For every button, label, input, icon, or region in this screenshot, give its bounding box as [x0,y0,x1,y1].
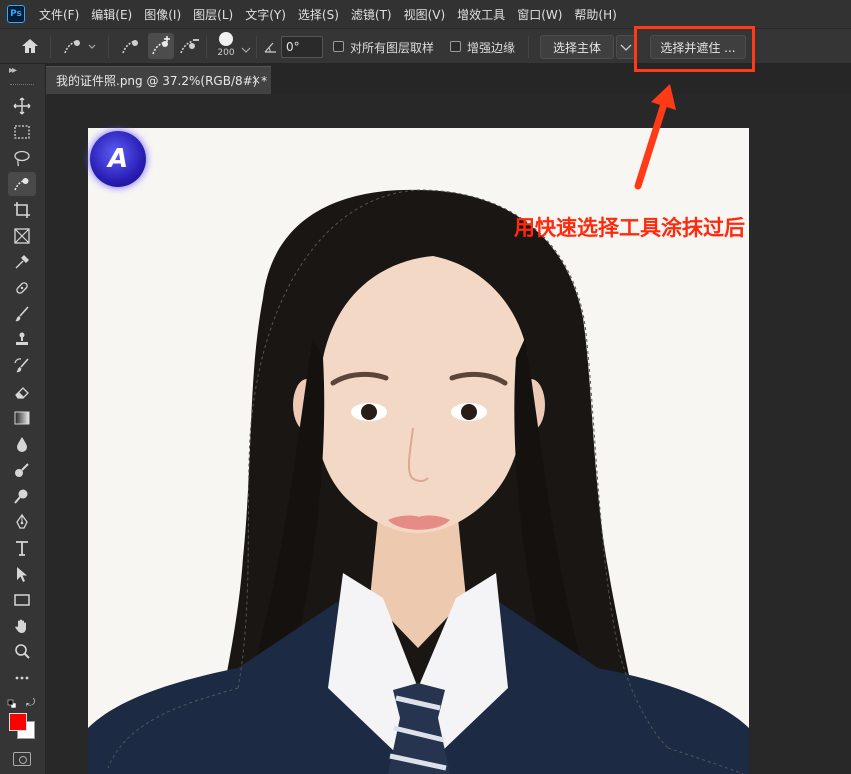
brush-size-value: 200 [217,48,235,58]
history-brush-icon[interactable] [8,354,36,378]
menu-select[interactable]: 选择(S) [298,6,339,23]
lasso-icon[interactable] [8,146,36,170]
chevron-down-icon [620,44,632,51]
rectangle-icon[interactable] [8,588,36,612]
smudge-icon[interactable] [8,458,36,482]
menu-bar: Ps 文件(F) 编辑(E) 图像(I) 图层(L) 文字(Y) 选择(S) 滤… [0,0,851,28]
menu-window[interactable]: 窗口(W) [517,6,562,23]
eyedropper-icon[interactable] [8,250,36,274]
brush-tip-icon [219,32,233,46]
dodge-icon[interactable] [8,484,36,508]
zoom-icon[interactable] [8,640,36,664]
brush-icon[interactable] [8,302,36,326]
annotation-text: 用快速选择工具涂抹过后 [514,216,745,240]
enhance-edge-label: 增强边缘 [467,41,516,55]
pen-icon[interactable] [8,510,36,534]
angle-input[interactable]: 0° [281,36,323,58]
stamp-icon[interactable] [8,328,36,352]
hand-icon[interactable] [8,614,36,638]
quick-selection-icon[interactable] [8,172,36,196]
document-tab[interactable]: 我的证件照.png @ 37.2%(RGB/8#) * × [46,66,271,94]
select-subject-button[interactable]: 选择主体 [540,35,614,59]
more-tools-icon[interactable] [8,666,36,690]
menu-view[interactable]: 视图(V) [404,6,446,23]
enhance-edge-checkbox[interactable] [450,41,461,52]
blur-icon[interactable] [8,432,36,456]
select-subject-dropdown[interactable] [616,35,636,59]
path-selection-icon[interactable] [8,562,36,586]
menu-edit[interactable]: 编辑(E) [91,6,132,23]
move-icon[interactable] [8,94,36,118]
add-to-selection-icon[interactable] [148,33,174,59]
chevron-down-icon[interactable] [241,43,251,57]
collapse-panel-icon[interactable]: ▸▸ [9,65,17,76]
menu-layer[interactable]: 图层(L) [193,6,233,23]
eraser-icon[interactable] [8,380,36,404]
crop-icon[interactable] [8,198,36,222]
gradient-icon[interactable] [8,406,36,430]
type-icon[interactable] [8,536,36,560]
sample-all-layers-label: 对所有图层取样 [350,41,435,55]
document-tab-title: 我的证件照.png @ 37.2%(RGB/8#) * [56,74,268,88]
new-selection-icon[interactable] [120,37,142,60]
sample-all-layers-checkbox[interactable] [333,41,344,52]
angle-icon [264,40,278,57]
menu-image[interactable]: 图像(I) [144,6,181,23]
menu-help[interactable]: 帮助(H) [574,6,616,23]
toolbar-grip[interactable] [10,84,34,86]
menu-plugins[interactable]: 增效工具 [457,6,505,23]
app-logo: A [90,131,146,187]
healing-icon[interactable] [8,276,36,300]
annotation-highlight-box [634,26,755,72]
menu-filter[interactable]: 滤镜(T) [351,6,392,23]
frame-icon[interactable] [8,224,36,248]
brush-size-picker[interactable]: 200 [216,32,236,58]
home-icon[interactable] [20,37,40,58]
menu-file[interactable]: 文件(F) [39,6,79,23]
photoshop-logo: Ps [7,5,25,23]
foreground-color-swatch[interactable] [9,713,27,731]
marquee-icon[interactable] [8,120,36,144]
tool-preset-icon[interactable] [62,37,98,60]
quick-mask-icon[interactable] [13,752,31,766]
close-icon[interactable]: × [251,73,261,87]
subtract-from-selection-icon[interactable] [178,37,200,60]
default-colors-icon[interactable] [7,698,17,709]
tools-panel: ▸▸ [0,64,46,774]
menu-type[interactable]: 文字(Y) [245,6,286,23]
swap-colors-icon[interactable]: ⤾ [26,696,35,710]
